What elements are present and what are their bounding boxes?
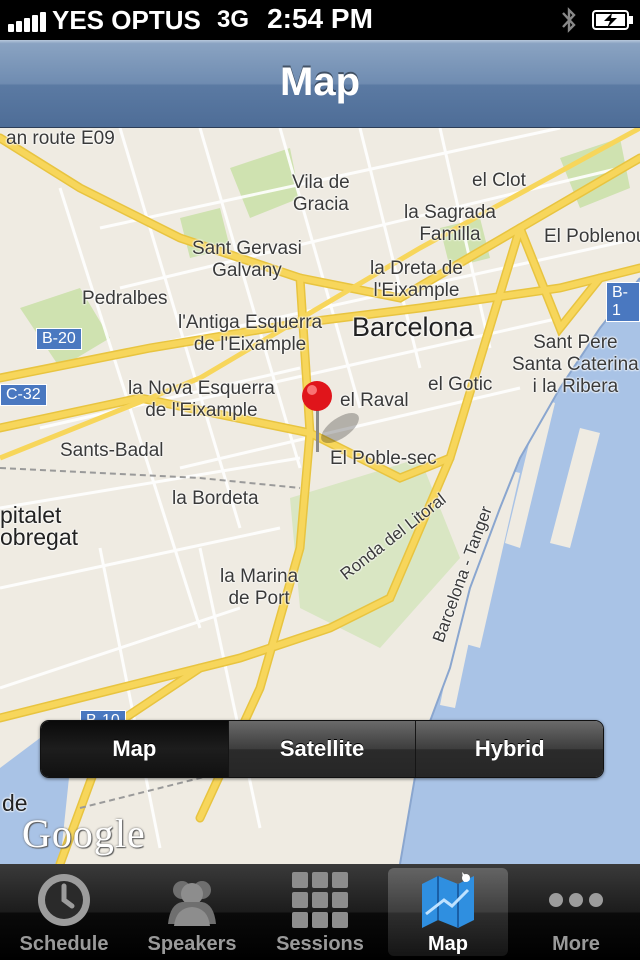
map-label-vila-de-gracia: Vila de Gracia: [292, 172, 350, 215]
map-label-la-dreta: la Dreta de l'Eixample: [370, 258, 463, 301]
map-label-sants-badal: Sants-Badal: [60, 440, 164, 461]
status-time: 2:54 PM: [267, 3, 373, 34]
map-pin-icon[interactable]: [296, 376, 366, 466]
grid-icon: [292, 872, 348, 928]
map-type-segmented-control[interactable]: Map Satellite Hybrid: [40, 720, 604, 778]
map-label-sant-gervasi: Sant Gervasi Galvany: [192, 238, 302, 281]
tab-map[interactable]: Map: [384, 864, 512, 960]
map-label-el-clot: el Clot: [472, 170, 526, 191]
map-label-nova-esquerra: la Nova Esquerra de l'Eixample: [128, 378, 275, 421]
tab-label: Sessions: [276, 933, 364, 955]
tab-speakers[interactable]: Speakers: [128, 864, 256, 960]
battery-charging-icon: [592, 10, 633, 30]
more-dots-icon: [549, 893, 603, 907]
google-logo: Google: [22, 811, 146, 856]
segment-satellite[interactable]: Satellite: [227, 721, 416, 777]
map-label-antiga-esquerra: l'Antiga Esquerra de l'Eixample: [178, 312, 323, 355]
status-bar: YES OPTUS 3G 2:54 PM: [0, 0, 640, 40]
people-icon: [168, 881, 216, 926]
map-label-la-sagrada-familia: la Sagrada Familla: [404, 202, 496, 245]
segment-hybrid[interactable]: Hybrid: [415, 721, 603, 777]
map-icon: [422, 872, 474, 928]
map-label-pedralbes: Pedralbes: [82, 288, 168, 309]
map-label-route-e09: an route E09: [6, 128, 115, 149]
tab-sessions[interactable]: Sessions: [256, 864, 384, 960]
tab-label: More: [552, 933, 600, 955]
segment-map[interactable]: Map: [41, 721, 228, 777]
bluetooth-icon: [562, 7, 576, 33]
clock-icon: [38, 874, 90, 926]
tab-label: Speakers: [147, 933, 237, 955]
tab-label: Schedule: [19, 933, 109, 955]
map-label-el-poblenou: El Poblenou: [544, 226, 640, 247]
map-label-sant-pere: Sant Pere Santa Caterina i la Ribera: [512, 332, 639, 397]
map-label-barcelona: Barcelona: [352, 312, 474, 342]
map-label-la-marina: la Marina de Port: [220, 566, 299, 609]
road-shield-b20: B-20: [36, 328, 82, 350]
tab-label: Map: [428, 933, 468, 955]
tab-schedule[interactable]: Schedule: [0, 864, 128, 960]
map-label-la-bordeta: la Bordeta: [172, 488, 259, 509]
road-shield-b1: B-1: [606, 282, 640, 322]
navigation-bar: Map: [0, 40, 640, 128]
map-label-el-gotic: el Gotic: [428, 374, 493, 395]
page-title: Map: [280, 60, 360, 104]
tab-more[interactable]: More: [512, 864, 640, 960]
road-shield-c32: C-32: [0, 384, 47, 406]
map-label-hospitalet: pitalet obregat: [0, 502, 79, 550]
tab-bar: Schedule Speakers Sessions Map More: [0, 864, 640, 960]
